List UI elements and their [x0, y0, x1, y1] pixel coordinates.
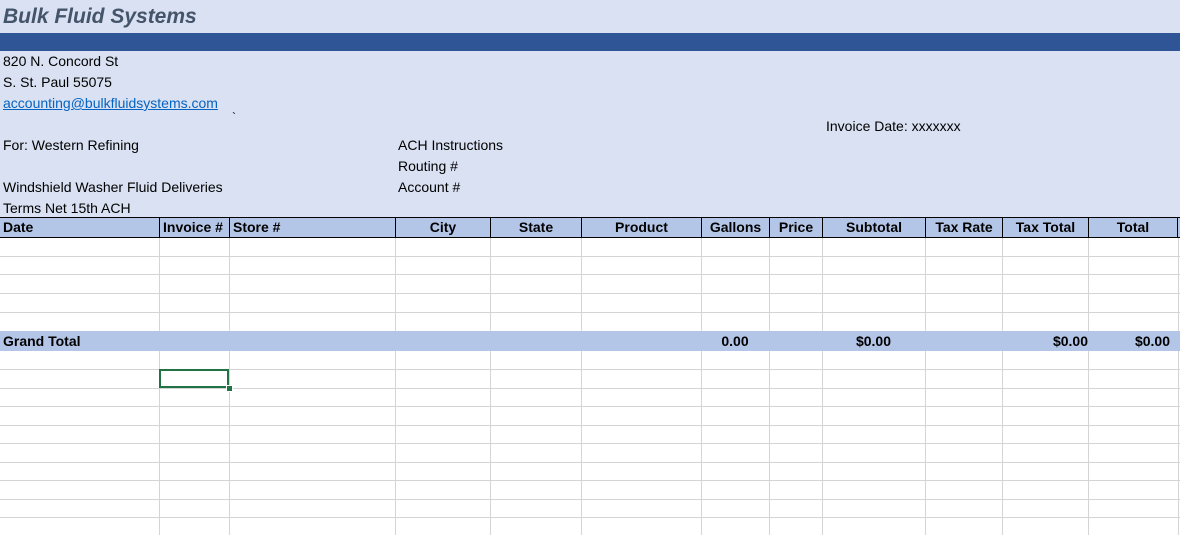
invoice-date[interactable]: Invoice Date: xxxxxxx	[826, 118, 961, 134]
account-number-label[interactable]: Account #	[398, 179, 460, 195]
grand-total-row: Grand Total 0.00 $0.00 $0.00 $0.00	[0, 331, 1180, 351]
address-street[interactable]: 820 N. Concord St	[3, 53, 118, 69]
invoice-info-band: 820 N. Concord St S. St. Paul 55075 acco…	[0, 51, 1180, 217]
header-invoice-number[interactable]: Invoice #	[159, 218, 229, 237]
header-accent-bar	[0, 33, 1180, 51]
stray-tick: `	[232, 110, 236, 124]
grand-total-total[interactable]: $0.00	[1088, 331, 1170, 351]
grand-total-subtotal[interactable]: $0.00	[822, 331, 925, 351]
email-link[interactable]: accounting@bulkfluidsystems.com	[3, 95, 218, 111]
header-state[interactable]: State	[490, 218, 581, 237]
header-total[interactable]: Total	[1088, 218, 1178, 237]
payment-terms[interactable]: Terms Net 15th ACH	[3, 200, 131, 216]
invoice-description[interactable]: Windshield Washer Fluid Deliveries	[3, 179, 223, 195]
header-price[interactable]: Price	[769, 218, 822, 237]
header-date[interactable]: Date	[0, 218, 159, 237]
active-cell-selection[interactable]	[159, 369, 229, 388]
grand-total-label[interactable]: Grand Total	[3, 331, 81, 351]
header-city[interactable]: City	[395, 218, 490, 237]
routing-number-label[interactable]: Routing #	[398, 158, 458, 174]
title-band: Bulk Fluid Systems	[0, 0, 1180, 33]
fill-handle[interactable]	[226, 385, 233, 392]
ach-instructions-label[interactable]: ACH Instructions	[398, 137, 503, 153]
header-product[interactable]: Product	[581, 218, 701, 237]
grand-total-tax-total[interactable]: $0.00	[1002, 331, 1088, 351]
header-gallons[interactable]: Gallons	[701, 218, 769, 237]
address-city[interactable]: S. St. Paul 55075	[3, 74, 112, 90]
grand-total-gallons[interactable]: 0.00	[701, 331, 769, 351]
header-tax-total[interactable]: Tax Total	[1002, 218, 1088, 237]
header-subtotal[interactable]: Subtotal	[822, 218, 925, 237]
spreadsheet[interactable]: Bulk Fluid Systems 820 N. Concord St S. …	[0, 0, 1180, 535]
header-store-number[interactable]: Store #	[229, 218, 395, 237]
table-header-row: Date Invoice # Store # City State Produc…	[0, 217, 1180, 238]
company-name[interactable]: Bulk Fluid Systems	[3, 5, 197, 29]
bill-to[interactable]: For: Western Refining	[3, 137, 139, 153]
header-tax-rate[interactable]: Tax Rate	[925, 218, 1002, 237]
